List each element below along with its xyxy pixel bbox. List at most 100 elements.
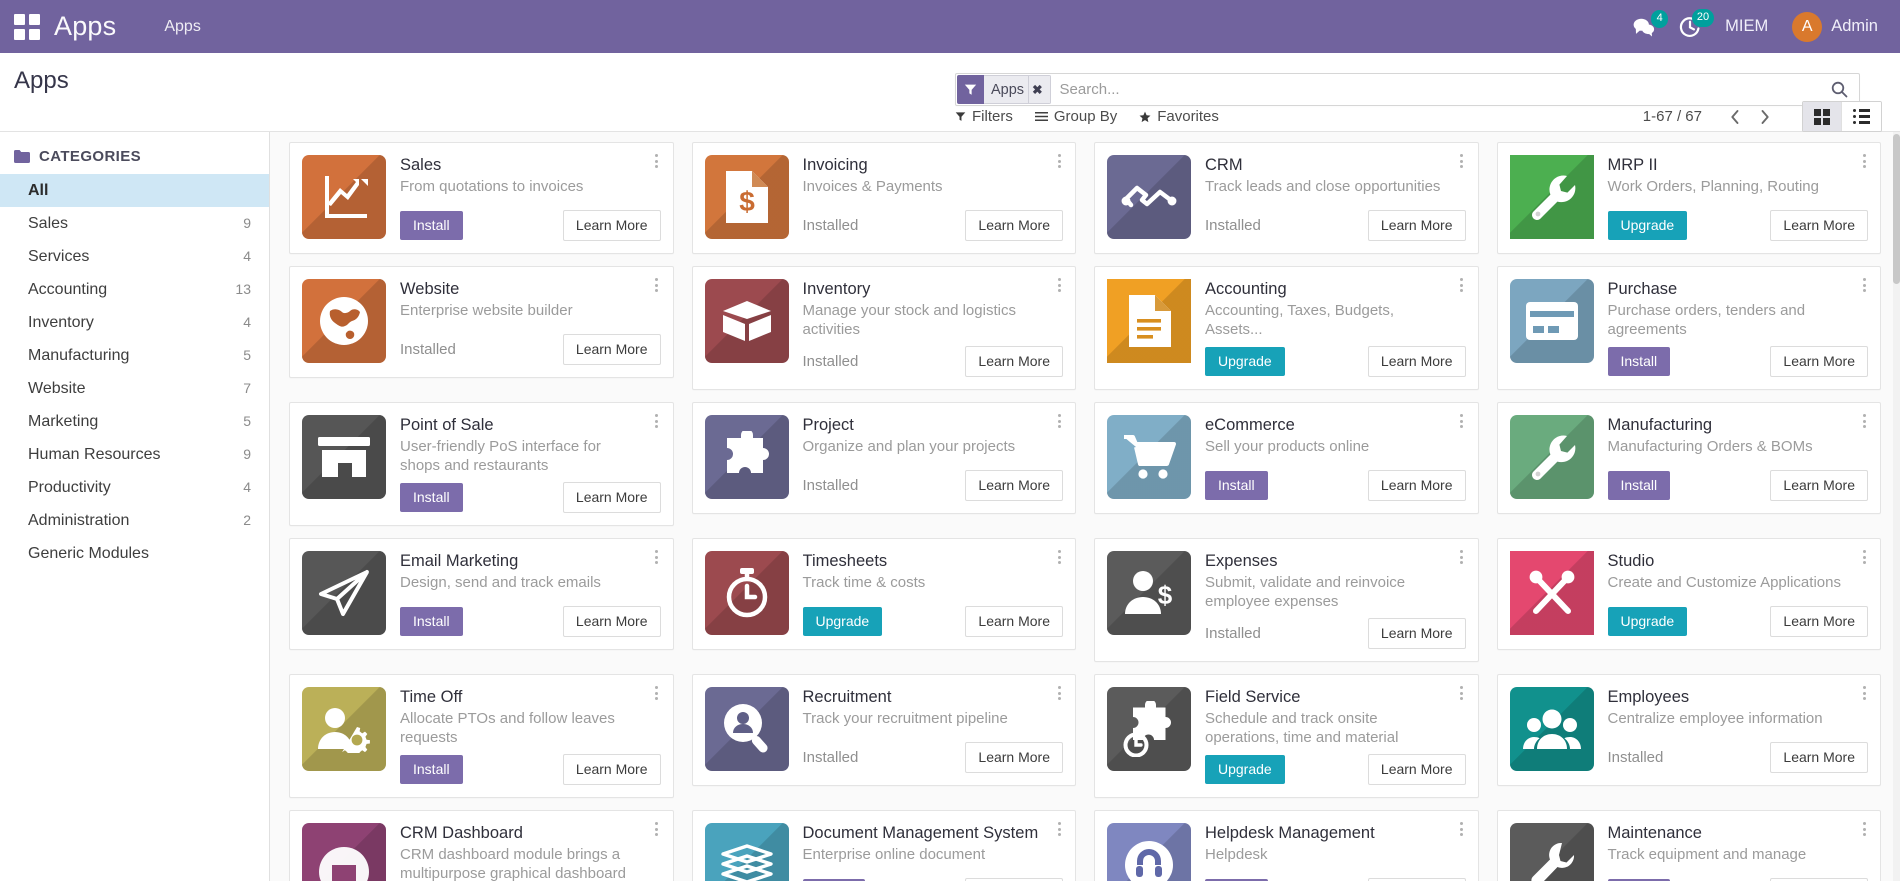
- app-card[interactable]: Accounting Accounting, Taxes, Budgets, As…: [1094, 266, 1479, 390]
- learn-more-button[interactable]: Learn More: [1770, 210, 1868, 241]
- sidebar-item-generic-modules[interactable]: Generic Modules: [0, 537, 269, 570]
- learn-more-button[interactable]: Learn More: [1367, 210, 1466, 241]
- card-kebab-menu-icon[interactable]: [1052, 683, 1066, 703]
- company-switcher[interactable]: MIEM: [1725, 17, 1768, 36]
- card-kebab-menu-icon[interactable]: [1455, 275, 1469, 295]
- card-kebab-menu-icon[interactable]: [1857, 275, 1871, 295]
- app-card[interactable]: Purchase Purchase orders, tenders and agr…: [1496, 266, 1881, 390]
- learn-more-button[interactable]: Learn More: [965, 470, 1063, 501]
- sidebar-item-administration[interactable]: Administration 2: [0, 504, 269, 537]
- app-card[interactable]: Document Management System Enterprise onl…: [691, 810, 1076, 881]
- app-card[interactable]: Timesheets Track time & costs Upgrade Learn…: [691, 538, 1076, 650]
- learn-more-button[interactable]: Learn More: [1770, 470, 1868, 501]
- filters-button[interactable]: Filters: [955, 108, 1013, 125]
- app-card[interactable]: eCommerce Sell your products online Instal…: [1094, 402, 1479, 514]
- card-kebab-menu-icon[interactable]: [650, 547, 664, 567]
- sidebar-item-all[interactable]: All: [0, 174, 269, 207]
- card-kebab-menu-icon[interactable]: [1455, 547, 1469, 567]
- card-kebab-menu-icon[interactable]: [1455, 411, 1469, 431]
- card-kebab-menu-icon[interactable]: [1052, 411, 1066, 431]
- app-card[interactable]: CRM Track leads and close opportunities In…: [1094, 142, 1479, 254]
- install-button[interactable]: Install: [400, 483, 463, 512]
- sidebar-item-human-resources[interactable]: Human Resources 9: [0, 438, 269, 471]
- sidebar-item-services[interactable]: Services 4: [0, 240, 269, 273]
- learn-more-button[interactable]: Learn More: [965, 606, 1063, 637]
- card-kebab-menu-icon[interactable]: [1052, 819, 1066, 839]
- sidebar-item-productivity[interactable]: Productivity 4: [0, 471, 269, 504]
- card-kebab-menu-icon[interactable]: [1052, 275, 1066, 295]
- card-kebab-menu-icon[interactable]: [650, 151, 664, 171]
- install-button[interactable]: Install: [1607, 471, 1671, 500]
- learn-more-button[interactable]: Learn More: [562, 482, 661, 513]
- learn-more-button[interactable]: Learn More: [965, 742, 1063, 773]
- chevron-left-icon[interactable]: [1720, 103, 1750, 131]
- search-facet-apps[interactable]: Apps ✖: [957, 75, 1051, 104]
- install-button[interactable]: Install: [400, 755, 463, 784]
- upgrade-button[interactable]: Upgrade: [1607, 211, 1688, 240]
- card-kebab-menu-icon[interactable]: [1857, 683, 1871, 703]
- learn-more-button[interactable]: Learn More: [562, 210, 661, 241]
- app-card[interactable]: Time Off Allocate PTOs and follow leaves …: [289, 674, 674, 798]
- learn-more-button[interactable]: Learn More: [965, 210, 1063, 241]
- app-card[interactable]: Sales From quotations to invoices Install L…: [289, 142, 674, 254]
- card-kebab-menu-icon[interactable]: [650, 683, 664, 703]
- sidebar-item-website[interactable]: Website 7: [0, 372, 269, 405]
- install-button[interactable]: Install: [400, 607, 463, 636]
- card-kebab-menu-icon[interactable]: [650, 275, 664, 295]
- app-card[interactable]: Email Marketing Design, send and track em…: [289, 538, 674, 650]
- learn-more-button[interactable]: Learn More: [1367, 754, 1466, 785]
- groupby-button[interactable]: Group By: [1034, 108, 1117, 125]
- apps-grid-icon[interactable]: [14, 13, 40, 40]
- card-kebab-menu-icon[interactable]: [1857, 151, 1871, 171]
- upgrade-button[interactable]: Upgrade: [1205, 755, 1285, 784]
- card-kebab-menu-icon[interactable]: [650, 411, 664, 431]
- app-card[interactable]: Point of Sale User-friendly PoS interface…: [289, 402, 674, 526]
- card-kebab-menu-icon[interactable]: [1052, 151, 1066, 171]
- learn-more-button[interactable]: Learn More: [1770, 742, 1868, 773]
- card-kebab-menu-icon[interactable]: [1455, 819, 1469, 839]
- learn-more-button[interactable]: Learn More: [562, 606, 661, 637]
- app-card[interactable]: MRP II Work Orders, Planning, Routing Upgr…: [1496, 142, 1881, 254]
- sidebar-item-sales[interactable]: Sales 9: [0, 207, 269, 240]
- scrollbar-thumb[interactable]: [1893, 134, 1900, 284]
- upgrade-button[interactable]: Upgrade: [1607, 607, 1688, 636]
- learn-more-button[interactable]: Learn More: [1770, 606, 1868, 637]
- app-card[interactable]: Field Service Schedule and track onsite o…: [1094, 674, 1479, 798]
- learn-more-button[interactable]: Learn More: [1367, 618, 1466, 649]
- card-kebab-menu-icon[interactable]: [1857, 411, 1871, 431]
- navbar-brand[interactable]: Apps: [54, 11, 116, 42]
- upgrade-button[interactable]: Upgrade: [802, 607, 883, 636]
- install-button[interactable]: Install: [1607, 347, 1671, 376]
- kanban-view-icon[interactable]: [1803, 102, 1842, 131]
- card-kebab-menu-icon[interactable]: [1052, 547, 1066, 567]
- install-button[interactable]: Install: [400, 211, 463, 240]
- app-card[interactable]: Project Organize and plan your projects In…: [691, 402, 1076, 514]
- app-card[interactable]: Employees Centralize employee information…: [1496, 674, 1881, 786]
- learn-more-button[interactable]: Learn More: [965, 346, 1063, 377]
- app-card[interactable]: Maintenance Track equipment and manage Ins…: [1496, 810, 1881, 881]
- card-kebab-menu-icon[interactable]: [1455, 683, 1469, 703]
- install-button[interactable]: Install: [1205, 471, 1268, 500]
- chevron-right-icon[interactable]: [1750, 103, 1780, 131]
- learn-more-button[interactable]: Learn More: [1367, 346, 1466, 377]
- list-view-icon[interactable]: [1842, 102, 1881, 131]
- app-card[interactable]: CRM Dashboard CRM dashboard module brings…: [289, 810, 674, 881]
- sidebar-item-marketing[interactable]: Marketing 5: [0, 405, 269, 438]
- app-card[interactable]: Website Enterprise website builder Install…: [289, 266, 674, 378]
- upgrade-button[interactable]: Upgrade: [1205, 347, 1285, 376]
- app-card[interactable]: Recruitment Track your recruitment pipeli…: [691, 674, 1076, 786]
- app-card[interactable]: Inventory Manage your stock and logistics…: [691, 266, 1076, 390]
- favorites-button[interactable]: Favorites: [1139, 108, 1219, 125]
- sidebar-item-accounting[interactable]: Accounting 13: [0, 273, 269, 306]
- user-menu[interactable]: A Admin: [1792, 11, 1878, 42]
- navbar-menu-apps[interactable]: Apps: [158, 14, 206, 40]
- card-kebab-menu-icon[interactable]: [1455, 151, 1469, 171]
- activities-icon[interactable]: 20: [1679, 8, 1715, 38]
- card-kebab-menu-icon[interactable]: [1857, 819, 1871, 839]
- app-card[interactable]: Manufacturing Manufacturing Orders & BOMs…: [1496, 402, 1881, 514]
- card-kebab-menu-icon[interactable]: [1857, 547, 1871, 567]
- sidebar-item-inventory[interactable]: Inventory 4: [0, 306, 269, 339]
- learn-more-button[interactable]: Learn More: [1367, 470, 1466, 501]
- learn-more-button[interactable]: Learn More: [562, 334, 661, 365]
- app-card[interactable]: $ Invoicing Invoices & Payments Installed Le…: [691, 142, 1076, 254]
